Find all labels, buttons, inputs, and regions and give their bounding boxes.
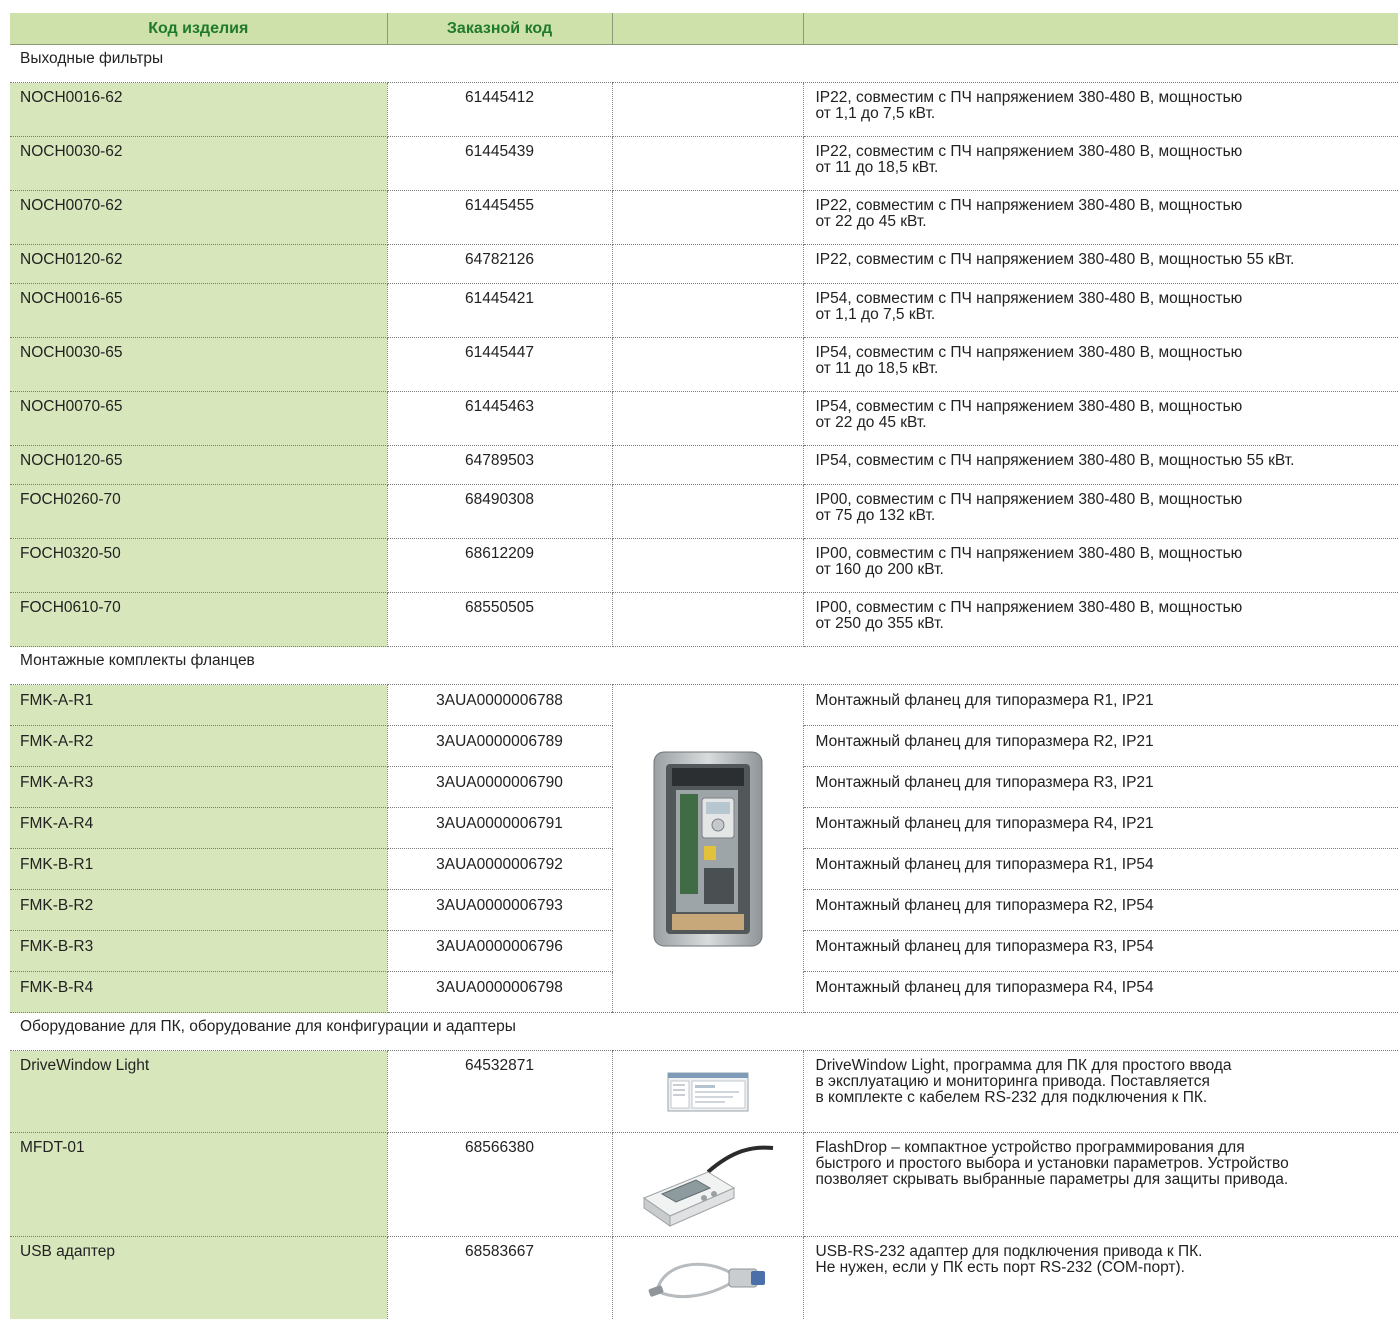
description: Монтажный фланец для типоразмера R3, IP2… [803, 767, 1398, 808]
description: IP00, совместим с ПЧ напряжением 380-480… [803, 539, 1398, 593]
description: IP54, совместим с ПЧ напряжением 380-480… [803, 392, 1398, 446]
order-code: 61445421 [387, 284, 612, 338]
description: IP22, совместим с ПЧ напряжением 380-480… [803, 191, 1398, 245]
product-code: DriveWindow Light [10, 1051, 387, 1133]
description: IP54, совместим с ПЧ напряжением 380-480… [803, 446, 1398, 485]
product-code: FMK-B-R1 [10, 849, 387, 890]
description: FlashDrop – компактное устройство програ… [803, 1133, 1398, 1237]
accessories-table: Код изделия Заказной код Выходные фильтр… [10, 13, 1398, 1319]
order-code: 68550505 [387, 593, 612, 647]
order-code: 3AUA0000006792 [387, 849, 612, 890]
section-mounting-flanges: Монтажные комплекты фланцев [10, 647, 1398, 685]
table-row: USB адаптер 68583667 USB-RS-232 адаптер … [10, 1237, 1398, 1319]
table-row: FOCH0320-50 68612209 IP00, совместим с П… [10, 539, 1398, 593]
order-code: 3AUA0000006790 [387, 767, 612, 808]
description: IP54, совместим с ПЧ напряжением 380-480… [803, 338, 1398, 392]
description: IP54, совместим с ПЧ напряжением 380-480… [803, 284, 1398, 338]
description: Монтажный фланец для типоразмера R4, IP5… [803, 972, 1398, 1013]
table-row: NOCH0070-62 61445455 IP22, совместим с П… [10, 191, 1398, 245]
product-code: FMK-A-R4 [10, 808, 387, 849]
order-code: 3AUA0000006796 [387, 931, 612, 972]
description: Монтажный фланец для типоразмера R1, IP2… [803, 685, 1398, 726]
flashdrop-image [612, 1133, 803, 1237]
product-code: NOCH0120-65 [10, 446, 387, 485]
order-code: 3AUA0000006788 [387, 685, 612, 726]
product-code: NOCH0030-65 [10, 338, 387, 392]
description: Монтажный фланец для типоразмера R2, IP2… [803, 726, 1398, 767]
product-code: FMK-A-R1 [10, 685, 387, 726]
table-row: NOCH0016-65 61445421 IP54, совместим с П… [10, 284, 1398, 338]
description: IP00, совместим с ПЧ напряжением 380-480… [803, 593, 1398, 647]
order-code: 61445412 [387, 83, 612, 137]
product-code: NOCH0030-62 [10, 137, 387, 191]
table-row: NOCH0016-62 61445412 IP22, совместим с П… [10, 83, 1398, 137]
usb-cable-icon [643, 1253, 773, 1303]
product-code: NOCH0120-62 [10, 245, 387, 284]
header-order-code: Заказной код [387, 13, 612, 45]
description: IP22, совместим с ПЧ напряжением 380-480… [803, 245, 1398, 284]
product-code: NOCH0016-62 [10, 83, 387, 137]
product-code: NOCH0016-65 [10, 284, 387, 338]
product-code: FOCH0610-70 [10, 593, 387, 647]
order-code: 68612209 [387, 539, 612, 593]
description: Монтажный фланец для типоразмера R4, IP2… [803, 808, 1398, 849]
table-row: NOCH0120-62 64782126 IP22, совместим с П… [10, 245, 1398, 284]
description: Монтажный фланец для типоразмера R3, IP5… [803, 931, 1398, 972]
usb-adapter-image [612, 1237, 803, 1319]
product-code: FMK-B-R4 [10, 972, 387, 1013]
order-code: 61445447 [387, 338, 612, 392]
order-code: 68583667 [387, 1237, 612, 1319]
order-code: 64532871 [387, 1051, 612, 1133]
description: USB-RS-232 адаптер для подключения приво… [803, 1237, 1398, 1319]
order-code: 61445455 [387, 191, 612, 245]
product-code: FMK-A-R2 [10, 726, 387, 767]
table-row: NOCH0030-65 61445447 IP54, совместим с П… [10, 338, 1398, 392]
software-screenshot-icon [667, 1072, 749, 1112]
product-code: FMK-A-R3 [10, 767, 387, 808]
header-image [612, 13, 803, 45]
product-code: MFDT-01 [10, 1133, 387, 1237]
order-code: 3AUA0000006791 [387, 808, 612, 849]
header-description [803, 13, 1398, 45]
table-row: DriveWindow Light 64532871 DriveWin [10, 1051, 1398, 1133]
order-code: 68566380 [387, 1133, 612, 1237]
header-row: Код изделия Заказной код [10, 13, 1398, 45]
description: Монтажный фланец для типоразмера R1, IP5… [803, 849, 1398, 890]
table-row: NOCH0120-65 64789503 IP54, совместим с П… [10, 446, 1398, 485]
order-code: 64789503 [387, 446, 612, 485]
table-row: NOCH0070-65 61445463 IP54, совместим с П… [10, 392, 1398, 446]
description: IP22, совместим с ПЧ напряжением 380-480… [803, 137, 1398, 191]
description: Монтажный фланец для типоразмера R2, IP5… [803, 890, 1398, 931]
description: DriveWindow Light, программа для ПК для … [803, 1051, 1398, 1133]
order-code: 64782126 [387, 245, 612, 284]
table-row: NOCH0030-62 61445439 IP22, совместим с П… [10, 137, 1398, 191]
table-row: FMK-A-R1 3AUA0000006788 [10, 685, 1398, 726]
product-code: NOCH0070-62 [10, 191, 387, 245]
order-code: 68490308 [387, 485, 612, 539]
section-output-filters: Выходные фильтры [10, 45, 1398, 83]
product-code: NOCH0070-65 [10, 392, 387, 446]
order-code: 3AUA0000006789 [387, 726, 612, 767]
order-code: 61445463 [387, 392, 612, 446]
product-code: FMK-B-R3 [10, 931, 387, 972]
product-code: FOCH0260-70 [10, 485, 387, 539]
section-pc-equipment: Оборудование для ПК, оборудование для ко… [10, 1013, 1398, 1051]
table-row: FOCH0610-70 68550505 IP00, совместим с П… [10, 593, 1398, 647]
description: IP00, совместим с ПЧ напряжением 380-480… [803, 485, 1398, 539]
product-code: FMK-B-R2 [10, 890, 387, 931]
flange-drive-image [612, 685, 803, 1013]
description: IP22, совместим с ПЧ напряжением 380-480… [803, 83, 1398, 137]
flashdrop-device-icon [638, 1142, 778, 1228]
order-code: 61445439 [387, 137, 612, 191]
table-row: MFDT-01 68566380 FlashDrop – компактное … [10, 1133, 1398, 1237]
header-product-code: Код изделия [10, 13, 387, 45]
table-row: FOCH0260-70 68490308 IP00, совместим с П… [10, 485, 1398, 539]
order-code: 3AUA0000006798 [387, 972, 612, 1013]
product-code: USB адаптер [10, 1237, 387, 1319]
software-image [612, 1051, 803, 1133]
product-code: FOCH0320-50 [10, 539, 387, 593]
order-code: 3AUA0000006793 [387, 890, 612, 931]
drive-flange-photo-icon [652, 750, 764, 948]
